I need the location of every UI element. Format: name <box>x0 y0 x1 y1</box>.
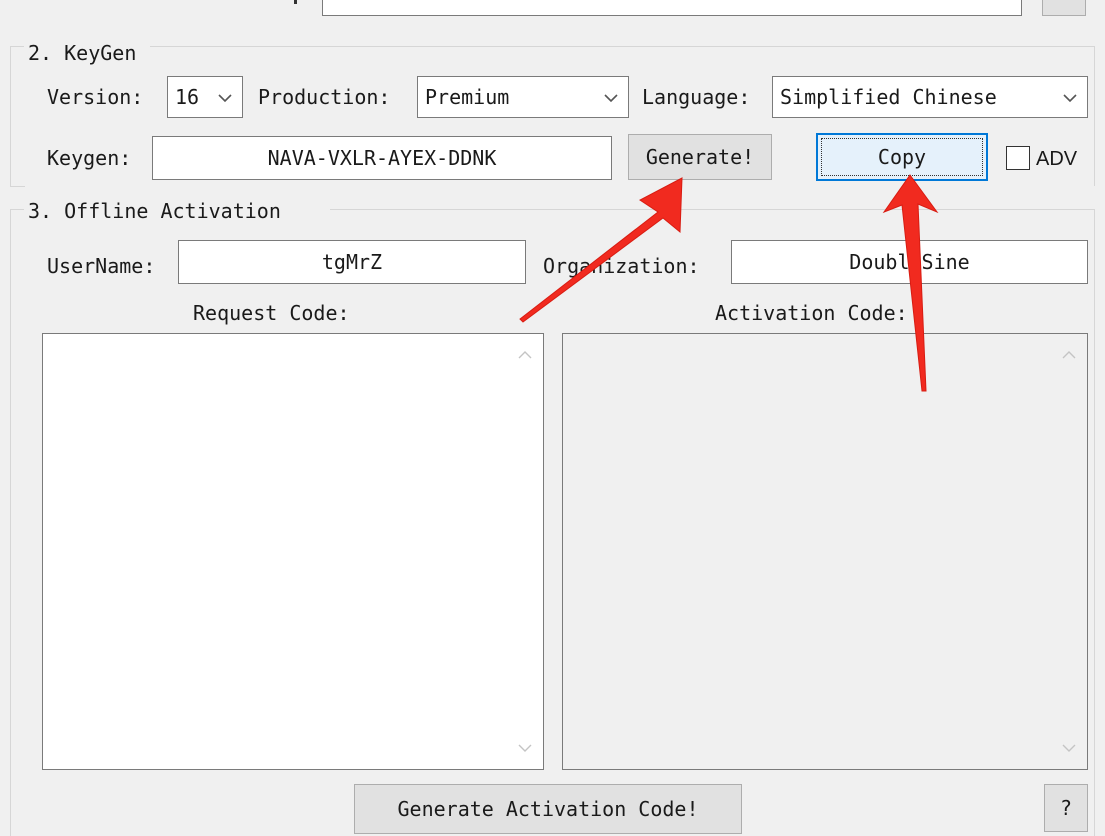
annotation-overlay <box>519 174 939 392</box>
red-arrow-to-generate <box>519 177 683 323</box>
red-arrow-to-copy <box>882 174 939 392</box>
